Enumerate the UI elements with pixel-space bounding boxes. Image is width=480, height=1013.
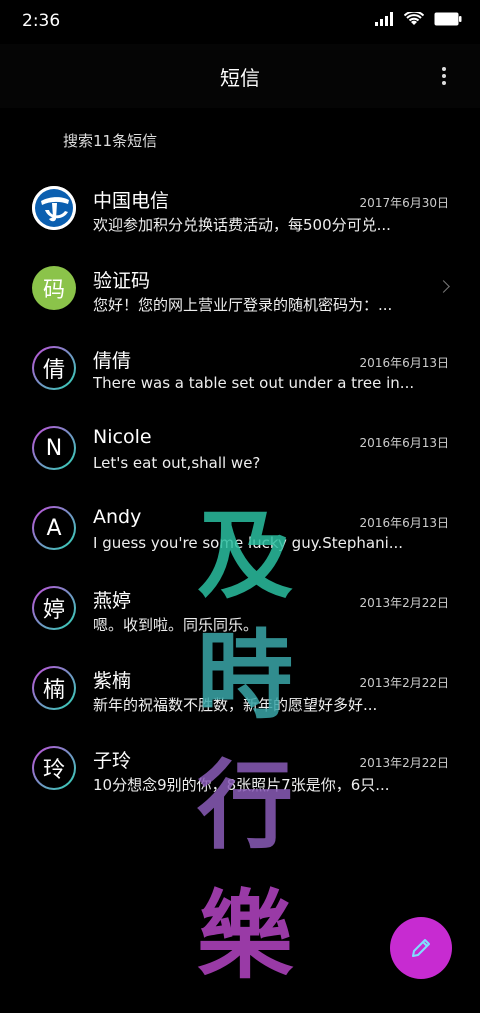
- avatar: [32, 186, 76, 230]
- china-telecom-logo-icon: [32, 186, 76, 230]
- more-options-button[interactable]: [434, 64, 454, 90]
- avatar: 码: [32, 266, 76, 310]
- message-preview: 您好！您的网上营业厅登录的随机密码为：...: [93, 296, 393, 314]
- message-date: 2016年6月13日: [359, 436, 449, 450]
- contact-name: 燕婷: [93, 590, 132, 612]
- message-date: 2013年2月22日: [359, 676, 449, 690]
- contact-name: 子玲: [93, 750, 132, 772]
- message-date: 2016年6月13日: [359, 516, 449, 530]
- compose-button[interactable]: [390, 917, 452, 979]
- message-preview: 欢迎参加积分兑换话费活动，每500分可兑...: [93, 216, 391, 234]
- watermark-char: 樂: [197, 879, 293, 992]
- search-bar[interactable]: 搜索11条短信: [0, 118, 480, 162]
- avatar: N: [32, 426, 76, 470]
- message-date: 2013年2月22日: [359, 756, 449, 770]
- contact-name: 倩倩: [93, 350, 132, 372]
- message-preview: Let's eat out,shall we?: [93, 454, 261, 472]
- avatar: 倩: [32, 346, 76, 390]
- avatar: 婷: [32, 586, 76, 630]
- avatar: 玲: [32, 746, 76, 790]
- conversation-item[interactable]: 楠 紫楠 2013年2月22日 新年的祝福数不胜数，新年的愿望好多好...: [0, 650, 480, 730]
- signal-icon: [375, 12, 393, 26]
- conversation-item[interactable]: 玲 子玲 2013年2月22日 10分想念9别的你，8张照片7张是你，6只...: [0, 730, 480, 810]
- search-label: 搜索11条短信: [63, 132, 158, 150]
- status-time: 2:36: [22, 11, 61, 31]
- chevron-right-icon: [437, 280, 450, 293]
- more-vertical-icon: [442, 67, 446, 71]
- message-preview: There was a table set out under a tree i…: [93, 374, 413, 392]
- contact-name: 紫楠: [93, 670, 132, 692]
- conversation-item[interactable]: A Andy 2016年6月13日 I guess you're some lu…: [0, 490, 480, 570]
- wifi-icon: [404, 12, 424, 25]
- contact-name: 验证码: [93, 270, 151, 292]
- message-preview: I guess you're some lucky guy.Stephani..…: [93, 534, 404, 552]
- conversation-item[interactable]: 倩 倩倩 2016年6月13日 There was a table set ou…: [0, 330, 480, 410]
- message-date: 2016年6月13日: [359, 356, 449, 370]
- conversation-item[interactable]: 码 验证码 您好！您的网上营业厅登录的随机密码为：...: [0, 250, 480, 330]
- conversation-item[interactable]: 中国电信 2017年6月30日 欢迎参加积分兑换话费活动，每500分可兑...: [0, 170, 480, 250]
- avatar: A: [32, 506, 76, 550]
- status-icons: [374, 12, 462, 26]
- contact-name: Andy: [93, 506, 142, 528]
- message-preview: 10分想念9别的你，8张照片7张是你，6只...: [93, 776, 390, 794]
- avatar: 楠: [32, 666, 76, 710]
- contact-name: 中国电信: [93, 190, 170, 212]
- status-bar: 2:36: [0, 0, 480, 44]
- pencil-icon: [412, 939, 430, 957]
- conversation-list: 中国电信 2017年6月30日 欢迎参加积分兑换话费活动，每500分可兑... …: [0, 170, 480, 810]
- message-date: 2013年2月22日: [359, 596, 449, 610]
- message-preview: 嗯。收到啦。同乐同乐。: [93, 616, 259, 634]
- message-preview: 新年的祝福数不胜数，新年的愿望好多好...: [93, 696, 378, 714]
- conversation-item[interactable]: N Nicole 2016年6月13日 Let's eat out,shall …: [0, 410, 480, 490]
- battery-icon: [434, 12, 462, 26]
- app-header: 短信: [0, 44, 480, 108]
- page-title: 短信: [220, 66, 260, 90]
- contact-name: Nicole: [93, 426, 152, 448]
- message-date: 2017年6月30日: [359, 196, 449, 210]
- conversation-item[interactable]: 婷 燕婷 2013年2月22日 嗯。收到啦。同乐同乐。: [0, 570, 480, 650]
